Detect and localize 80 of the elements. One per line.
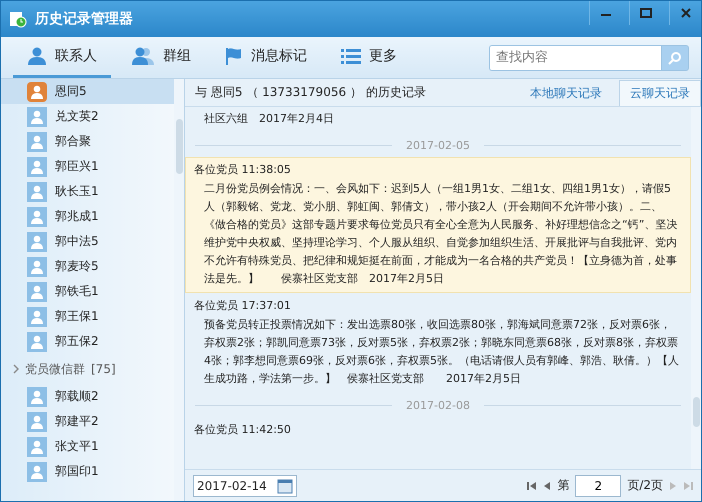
contact-name: 郭五保2 — [55, 333, 99, 350]
previous-page-button[interactable] — [543, 480, 552, 490]
avatar-icon — [27, 332, 47, 352]
page-total: 页/2页 — [627, 477, 663, 494]
search-field[interactable]: 查找内容 — [489, 44, 661, 70]
contact-item[interactable]: 郭国印1 — [1, 459, 174, 484]
contact-item[interactable]: 郭铁毛1 — [1, 279, 174, 304]
avatar-icon — [27, 106, 47, 126]
contact-name: 郭王保1 — [55, 308, 99, 325]
message-header: 各位党员 11:38:05 — [194, 162, 292, 178]
person-icon — [27, 46, 47, 66]
contact-item[interactable]: 郭中法5 — [1, 229, 174, 254]
avatar-icon — [27, 182, 47, 202]
contact-name: 郭建平2 — [55, 413, 99, 430]
group-name[interactable]: 党员微信群 — [25, 360, 85, 378]
calendar-icon[interactable] — [277, 478, 293, 494]
scrollbar[interactable] — [174, 79, 184, 501]
contact-name: 郭麦玲5 — [55, 258, 99, 275]
contact-name: 郭国印1 — [55, 463, 99, 480]
toolbar-tab[interactable]: 群组 — [117, 37, 205, 78]
history-tab[interactable]: 本地聊天记录 — [519, 80, 613, 106]
history-title: 与 恩同5 （ 13733179056 ） 的历史记录 — [195, 84, 427, 101]
history-tab[interactable]: 云聊天记录 — [619, 80, 701, 106]
contact-name: 兑文英2 — [55, 108, 99, 125]
avatar-icon — [27, 436, 47, 456]
window-title: 历史记录管理器 — [35, 10, 134, 28]
contact-item[interactable]: 郭建平2 — [1, 409, 174, 434]
contact-name: 郭兆成1 — [55, 208, 99, 225]
contact-name: 张文平1 — [55, 438, 99, 455]
date-field[interactable]: 2017-02-14 — [193, 474, 297, 496]
group-count: [75] — [91, 362, 116, 376]
avatar-icon — [27, 282, 47, 302]
page-label: 第 — [557, 477, 570, 494]
contact-item[interactable]: 张文平1 — [1, 434, 174, 459]
avatar-icon — [27, 462, 47, 482]
contact-item[interactable]: 恩同5 — [1, 79, 174, 104]
contact-name: 郭臣兴1 — [55, 158, 99, 175]
contact-item[interactable]: 郭麦玲5 — [1, 254, 174, 279]
message-text: 社区六组 2017年2月4日 — [203, 111, 335, 127]
avatar-icon — [27, 386, 47, 406]
people-icon — [131, 46, 155, 66]
contact-item[interactable]: 兑文英2 — [1, 104, 174, 129]
avatar-icon — [27, 412, 47, 432]
first-page-button[interactable] — [527, 480, 538, 490]
message-header: 各位党员 17:37:01 — [194, 298, 292, 314]
chevron-right-icon[interactable] — [13, 364, 19, 374]
message-header: 各位党员 11:42:50 — [194, 422, 292, 438]
avatar-icon — [27, 156, 47, 176]
contact-item[interactable]: 郭合聚 — [1, 129, 174, 154]
date-separator: 2017-02-05 — [406, 138, 470, 152]
avatar-icon — [27, 306, 47, 326]
contact-item[interactable]: 郭臣兴1 — [1, 154, 174, 179]
date-separator: 2017-02-08 — [406, 398, 470, 412]
toolbar-tab[interactable]: 更多 — [327, 37, 411, 78]
contact-name: 恩同5 — [55, 83, 87, 100]
avatar-icon — [27, 256, 47, 276]
scrollbar[interactable] — [691, 107, 701, 469]
contact-name: 耿长玉1 — [55, 183, 99, 200]
contact-item[interactable]: 郭王保1 — [1, 304, 174, 329]
page-input[interactable]: 2 — [575, 474, 622, 496]
contact-item[interactable]: 耿长玉1 — [1, 179, 174, 204]
avatar-icon — [27, 232, 47, 252]
avatar-icon — [27, 132, 47, 152]
message-text: 二月份党员例会情况：一、会风如下：迟到5人（一组1男1女、二组1女、四组1男1女），请假5人（郭毅铭、党龙、党小朋、郭虹闽、郭倩文），带小孩2人（开会期间不允许带小孩）。二、《做合格的党员》这部专题片要求每位党员只有全心全意为人民服务、补好理想信念之“钙”、坚决维护党中央权威、坚持理论学习、个人服从组织、自觉参加组织生活、开展批评与自我批评、党内不允许有特殊党员、把纪律和规矩挺在前面，才能成为一名合格的共产党员！【立身德为首，处事法是先。】 侯寨社区党支部 2017年2月5日 — [203, 181, 678, 287]
maximize-icon — [640, 8, 652, 18]
list-icon — [341, 47, 361, 65]
contact-item[interactable]: 郭载顺2 — [1, 384, 174, 409]
contact-name: 郭合聚 — [55, 133, 91, 150]
search-icon — [668, 50, 682, 64]
contact-item[interactable]: 郭五保2 — [1, 329, 174, 354]
app-logo-icon — [9, 10, 27, 28]
contact-name: 郭载顺2 — [55, 388, 99, 405]
avatar-icon — [27, 206, 47, 226]
toolbar-tab[interactable]: 消息标记 — [211, 37, 321, 78]
close-icon — [680, 8, 690, 18]
message-text: 预备党员转正投票情况如下：发出选票80张，收回选票80张，郭海斌同意票72张，反对票6张，弃权票2张；郭凯同意票73张，反对票5张，弃权票2张；郭晓东同意票68张，反对票8张，弃权票4张；郭李想同意票69张，反对票6张，弃权票5张。（电话请假人员有郭峰、郭浩、耿倩。）【人生成功路，学法第一步。】 侯寨社区党支部 2017年2月5日 — [203, 317, 680, 387]
flag-icon — [225, 46, 243, 66]
contact-item[interactable]: 郭兆成1 — [1, 204, 174, 229]
contact-name: 郭铁毛1 — [55, 283, 99, 300]
contact-name: 郭中法5 — [55, 233, 99, 250]
